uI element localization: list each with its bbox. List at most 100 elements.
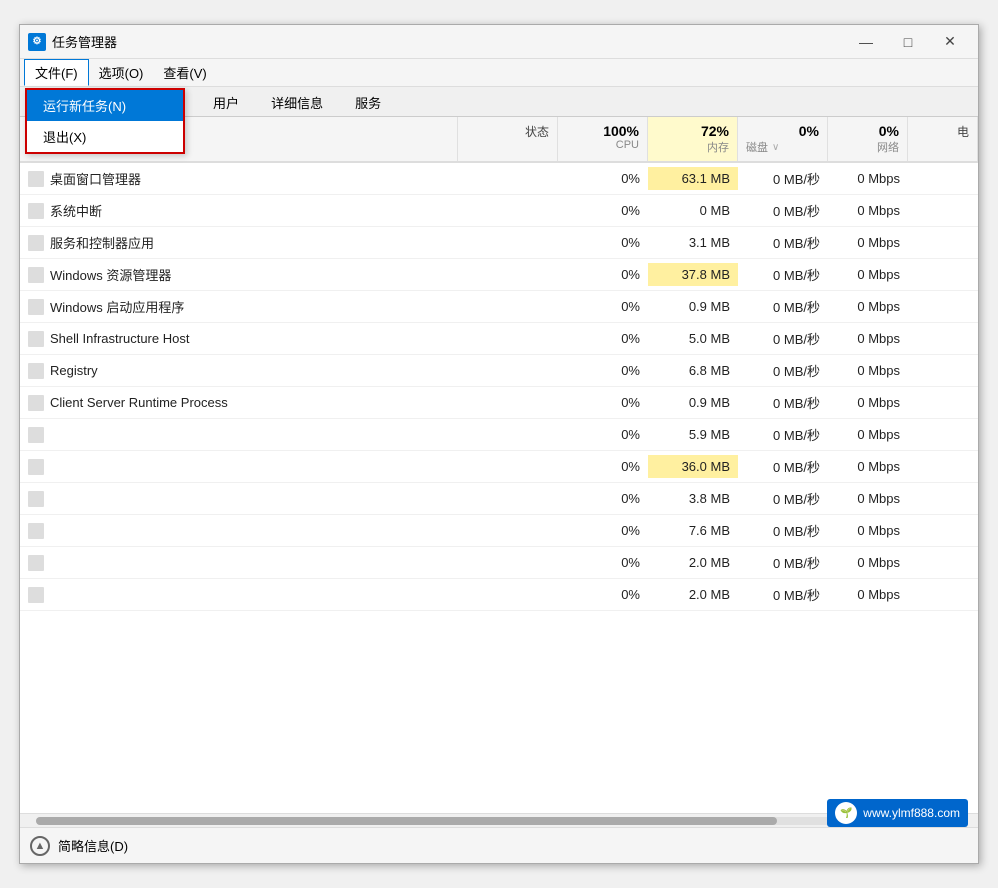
status-bar: ▲ 简略信息(D) bbox=[20, 827, 978, 863]
cell-power bbox=[908, 591, 978, 599]
cell-power bbox=[908, 527, 978, 535]
cell-disk: 0 MB/秒 bbox=[738, 261, 828, 288]
minimize-button[interactable]: — bbox=[846, 31, 886, 53]
cell-network: 0 Mbps bbox=[828, 359, 908, 382]
process-name: Windows 启动应用程序 bbox=[50, 297, 184, 316]
cell-status bbox=[458, 463, 558, 471]
window-title: 任务管理器 bbox=[52, 32, 846, 51]
cell-cpu: 0% bbox=[558, 487, 648, 510]
status-icon[interactable]: ▲ bbox=[30, 836, 50, 856]
menu-file[interactable]: 文件(F) 运行新任务(N) 退出(X) bbox=[24, 59, 89, 86]
col-network[interactable]: 0% 网络 bbox=[828, 117, 908, 161]
table-row[interactable]: Client Server Runtime Process 0% 0.9 MB … bbox=[20, 387, 978, 419]
tab-details[interactable]: 详细信息 bbox=[256, 88, 338, 116]
close-button[interactable]: ✕ bbox=[930, 31, 970, 53]
cell-name bbox=[20, 487, 458, 511]
cell-name: Client Server Runtime Process bbox=[20, 391, 458, 415]
cell-disk: 0 MB/秒 bbox=[738, 325, 828, 352]
cell-status bbox=[458, 591, 558, 599]
cell-cpu: 0% bbox=[558, 295, 648, 318]
table-row[interactable]: Windows 启动应用程序 0% 0.9 MB 0 MB/秒 0 Mbps bbox=[20, 291, 978, 323]
cell-memory: 7.6 MB bbox=[648, 519, 738, 542]
app-icon: ⚙ bbox=[28, 33, 46, 51]
cell-power bbox=[908, 367, 978, 375]
scrollbar-thumb[interactable] bbox=[36, 817, 777, 825]
menu-exit[interactable]: 退出(X) bbox=[27, 121, 183, 152]
cell-memory: 2.0 MB bbox=[648, 583, 738, 606]
col-power[interactable]: 电 bbox=[908, 117, 978, 161]
cell-memory: 3.1 MB bbox=[648, 231, 738, 254]
cell-network: 0 Mbps bbox=[828, 583, 908, 606]
table-row[interactable]: 0% 2.0 MB 0 MB/秒 0 Mbps bbox=[20, 547, 978, 579]
cell-status bbox=[458, 175, 558, 183]
cell-memory: 2.0 MB bbox=[648, 551, 738, 574]
process-icon bbox=[28, 395, 44, 411]
process-icon bbox=[28, 331, 44, 347]
col-cpu[interactable]: 100% CPU bbox=[558, 117, 648, 161]
maximize-button[interactable]: □ bbox=[888, 31, 928, 53]
cell-name bbox=[20, 519, 458, 543]
cell-power bbox=[908, 431, 978, 439]
process-table: 桌面窗口管理器 0% 63.1 MB 0 MB/秒 0 Mbps 系统中断 0%… bbox=[20, 163, 978, 813]
watermark-logo: 🌱 bbox=[835, 802, 857, 824]
table-row[interactable]: 0% 2.0 MB 0 MB/秒 0 Mbps bbox=[20, 579, 978, 611]
cell-power bbox=[908, 239, 978, 247]
table-row[interactable]: 0% 5.9 MB 0 MB/秒 0 Mbps bbox=[20, 419, 978, 451]
table-row[interactable]: 0% 36.0 MB 0 MB/秒 0 Mbps bbox=[20, 451, 978, 483]
cell-cpu: 0% bbox=[558, 519, 648, 542]
process-name: 桌面窗口管理器 bbox=[50, 169, 141, 188]
cell-name bbox=[20, 583, 458, 607]
cell-network: 0 Mbps bbox=[828, 455, 908, 478]
cell-cpu: 0% bbox=[558, 551, 648, 574]
cell-cpu: 0% bbox=[558, 167, 648, 190]
cell-disk: 0 MB/秒 bbox=[738, 229, 828, 256]
col-status[interactable]: 状态 bbox=[458, 117, 558, 161]
cell-disk: 0 MB/秒 bbox=[738, 197, 828, 224]
cell-network: 0 Mbps bbox=[828, 295, 908, 318]
cell-cpu: 0% bbox=[558, 263, 648, 286]
cell-network: 0 Mbps bbox=[828, 263, 908, 286]
cell-status bbox=[458, 303, 558, 311]
cell-status bbox=[458, 559, 558, 567]
table-row[interactable]: 0% 3.8 MB 0 MB/秒 0 Mbps bbox=[20, 483, 978, 515]
table-row[interactable]: 服务和控制器应用 0% 3.1 MB 0 MB/秒 0 Mbps bbox=[20, 227, 978, 259]
menu-view[interactable]: 查看(V) bbox=[153, 59, 216, 86]
cell-cpu: 0% bbox=[558, 391, 648, 414]
cell-status bbox=[458, 207, 558, 215]
cell-cpu: 0% bbox=[558, 231, 648, 254]
menu-run-new-task[interactable]: 运行新任务(N) bbox=[27, 90, 183, 121]
cell-memory: 0.9 MB bbox=[648, 295, 738, 318]
cell-cpu: 0% bbox=[558, 583, 648, 606]
cell-name: Shell Infrastructure Host bbox=[20, 327, 458, 351]
table-row[interactable]: 0% 7.6 MB 0 MB/秒 0 Mbps bbox=[20, 515, 978, 547]
cell-name bbox=[20, 551, 458, 575]
menu-options[interactable]: 选项(O) bbox=[89, 59, 154, 86]
cell-disk: 0 MB/秒 bbox=[738, 453, 828, 480]
table-row[interactable]: Registry 0% 6.8 MB 0 MB/秒 0 Mbps bbox=[20, 355, 978, 387]
cell-network: 0 Mbps bbox=[828, 423, 908, 446]
table-row[interactable]: 桌面窗口管理器 0% 63.1 MB 0 MB/秒 0 Mbps bbox=[20, 163, 978, 195]
cell-status bbox=[458, 431, 558, 439]
cell-memory: 63.1 MB bbox=[648, 167, 738, 190]
cell-memory: 5.9 MB bbox=[648, 423, 738, 446]
tab-users[interactable]: 用户 bbox=[198, 88, 254, 116]
table-row[interactable]: Windows 资源管理器 0% 37.8 MB 0 MB/秒 0 Mbps bbox=[20, 259, 978, 291]
table-row[interactable]: Shell Infrastructure Host 0% 5.0 MB 0 MB… bbox=[20, 323, 978, 355]
cell-name bbox=[20, 455, 458, 479]
cell-cpu: 0% bbox=[558, 327, 648, 350]
cell-disk: 0 MB/秒 bbox=[738, 517, 828, 544]
process-icon bbox=[28, 555, 44, 571]
cell-memory: 6.8 MB bbox=[648, 359, 738, 382]
file-dropdown: 运行新任务(N) 退出(X) bbox=[25, 88, 185, 154]
scrollbar-track bbox=[36, 817, 962, 825]
process-icon bbox=[28, 267, 44, 283]
table-row[interactable]: 系统中断 0% 0 MB 0 MB/秒 0 Mbps bbox=[20, 195, 978, 227]
cell-network: 0 Mbps bbox=[828, 199, 908, 222]
cell-power bbox=[908, 495, 978, 503]
cell-status bbox=[458, 495, 558, 503]
col-disk[interactable]: 0% 磁盘 ∨ bbox=[738, 117, 828, 161]
cell-disk: 0 MB/秒 bbox=[738, 293, 828, 320]
col-memory[interactable]: 72% 内存 bbox=[648, 117, 738, 161]
tab-services[interactable]: 服务 bbox=[340, 88, 396, 116]
process-name: Shell Infrastructure Host bbox=[50, 331, 189, 346]
